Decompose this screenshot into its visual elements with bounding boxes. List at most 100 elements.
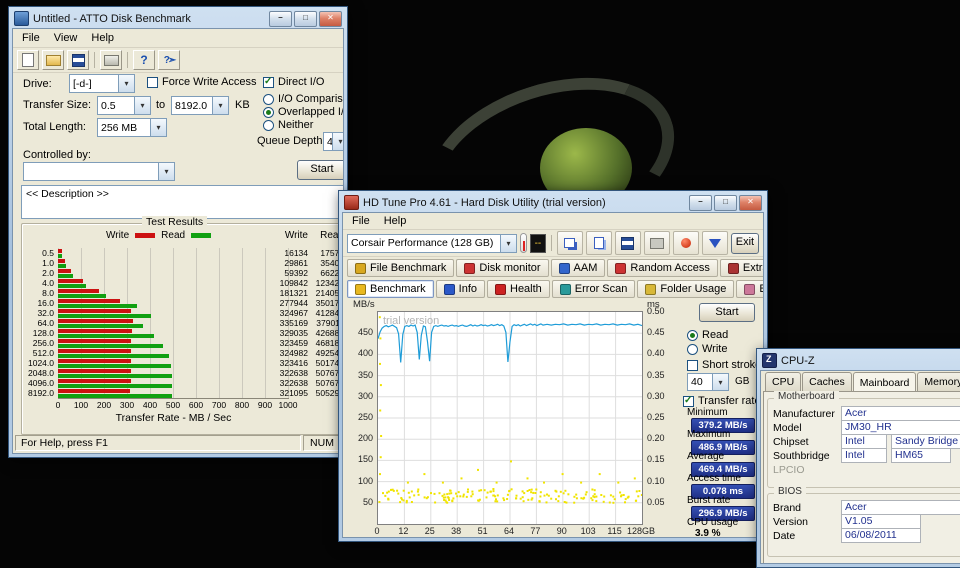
dropdown-arrow-icon bbox=[158, 163, 174, 180]
hdtune-y-left-tick: 300 bbox=[347, 391, 373, 401]
transfer-size-from-select[interactable]: 0.5 bbox=[97, 96, 151, 115]
transfer-size-label: Transfer Size: bbox=[23, 99, 91, 111]
hdtune-tab-health[interactable]: Health bbox=[487, 280, 550, 298]
overlapped-io-radio[interactable]: Overlapped I/O bbox=[263, 106, 344, 118]
hdtune-stat-average: Average469.4 MB/s bbox=[683, 451, 764, 473]
hdtune-tab-aam[interactable]: AAM bbox=[551, 259, 606, 277]
io-comparison-radio[interactable]: I/O Comparison bbox=[263, 93, 344, 105]
drive-select[interactable]: Corsair Performance (128 GB) bbox=[347, 234, 517, 253]
cpuz-window-title: CPU-Z bbox=[781, 355, 960, 367]
close-button[interactable] bbox=[739, 195, 762, 211]
total-length-select[interactable]: 256 MB bbox=[97, 118, 167, 137]
queue-depth-value: 4 bbox=[324, 136, 332, 148]
cpuz-tab-mainboard[interactable]: Mainboard bbox=[853, 372, 917, 392]
checkbox-checked-icon bbox=[263, 77, 274, 88]
hdtune-x-tick: 64 bbox=[495, 526, 523, 536]
description-box[interactable]: << Description >> bbox=[21, 185, 344, 219]
print-icon2[interactable] bbox=[644, 231, 670, 255]
exit-button[interactable]: Exit bbox=[731, 233, 759, 254]
x-axis-caption: Transfer Rate - MB / Sec bbox=[58, 412, 289, 424]
description-text: << Description >> bbox=[26, 188, 109, 200]
drive-select[interactable]: [-d-] bbox=[69, 74, 135, 93]
atto-write-value: 277944 bbox=[256, 298, 308, 308]
hdtune-y-left-tick: 450 bbox=[347, 327, 373, 337]
close-button[interactable] bbox=[319, 11, 342, 27]
neither-radio[interactable]: Neither bbox=[263, 119, 313, 131]
save-icon[interactable] bbox=[67, 50, 89, 70]
controlled-by-select[interactable] bbox=[23, 162, 175, 181]
transfer-rate-checkbox[interactable]: Transfer rate bbox=[683, 395, 761, 407]
atto-titlebar[interactable]: Untitled - ATTO Disk Benchmark bbox=[12, 9, 344, 28]
minimize-button[interactable] bbox=[689, 195, 712, 211]
hdtune-menu-file[interactable]: File bbox=[345, 213, 377, 229]
atto-write-bar bbox=[58, 369, 131, 373]
radio-selected-icon bbox=[687, 330, 698, 341]
atto-size-label: 256.0 bbox=[22, 338, 54, 348]
hdtune-tab-erase[interactable]: Erase bbox=[736, 280, 764, 298]
atto-menu-view[interactable]: View bbox=[47, 30, 85, 46]
new-icon[interactable] bbox=[17, 50, 39, 70]
short-stroke-checkbox[interactable]: Short stroke bbox=[687, 359, 761, 371]
direct-io-checkbox[interactable]: Direct I/O bbox=[263, 76, 324, 88]
hdtune-y-right-tick: 0.20 bbox=[647, 433, 675, 443]
hdtune-y-left-tick: 400 bbox=[347, 348, 373, 358]
queue-depth-select[interactable]: 4 bbox=[323, 132, 344, 151]
hdtune-tab-extra-tests[interactable]: Extra tests bbox=[720, 259, 764, 277]
dropdown-arrow-icon bbox=[134, 97, 150, 114]
force-write-access-label: Force Write Access bbox=[162, 76, 257, 88]
atto-menu-file[interactable]: File bbox=[15, 30, 47, 46]
capacity-select[interactable]: 40 bbox=[687, 373, 729, 391]
hdtune-tab-folder-usage[interactable]: Folder Usage bbox=[637, 280, 734, 298]
maximize-button[interactable] bbox=[294, 11, 317, 27]
hdtune-tab-disk-monitor[interactable]: Disk monitor bbox=[456, 259, 548, 277]
radio-icon bbox=[263, 94, 274, 105]
cpuz-tab-caches[interactable]: Caches bbox=[802, 372, 852, 392]
atto-x-tick: 1000 bbox=[275, 400, 301, 410]
y-axis-unit-label: MB/s bbox=[353, 299, 375, 310]
copy-icon[interactable] bbox=[586, 231, 612, 255]
print-icon[interactable] bbox=[100, 50, 122, 70]
cpuz-titlebar[interactable]: CPU-Z bbox=[760, 351, 960, 370]
hdtune-tab-error-scan[interactable]: Error Scan bbox=[552, 280, 636, 298]
force-write-access-checkbox[interactable]: Force Write Access bbox=[147, 76, 257, 88]
io-comparison-label: I/O Comparison bbox=[278, 93, 344, 105]
atto-menu-help[interactable]: Help bbox=[84, 30, 121, 46]
hdtune-menu-help[interactable]: Help bbox=[377, 213, 414, 229]
stat-label: CPU usage bbox=[683, 517, 764, 528]
dropdown-arrow-icon bbox=[712, 374, 728, 390]
atto-size-label: 4.0 bbox=[22, 278, 54, 288]
hdtune-x-tick: 12 bbox=[389, 526, 417, 536]
read-radio[interactable]: Read bbox=[687, 329, 728, 341]
atto-result-row: 8192.0321095505290 bbox=[22, 388, 344, 398]
minimize-button[interactable] bbox=[269, 11, 292, 27]
stat-value: 3.9 % bbox=[683, 528, 764, 538]
open-icon[interactable] bbox=[42, 50, 64, 70]
hdtune-titlebar[interactable]: HD Tune Pro 4.61 - Hard Disk Utility (tr… bbox=[342, 193, 764, 212]
hdtune-tab-benchmark[interactable]: Benchmark bbox=[347, 280, 434, 298]
cpuz-tab-cpu[interactable]: CPU bbox=[765, 372, 801, 392]
screenshot-icon[interactable] bbox=[557, 231, 583, 255]
maximize-button[interactable] bbox=[714, 195, 737, 211]
hdtune-tab-random-access[interactable]: Random Access bbox=[607, 259, 717, 277]
info-icon bbox=[444, 284, 455, 295]
file-benchmark-icon bbox=[355, 263, 366, 274]
save-image-icon[interactable] bbox=[615, 231, 641, 255]
help-icon[interactable] bbox=[158, 50, 180, 70]
hdtune-tab-info[interactable]: Info bbox=[436, 280, 485, 298]
atto-write-bar bbox=[58, 289, 99, 293]
start-button[interactable]: Start bbox=[297, 160, 344, 180]
cpuz-tab-memory[interactable]: Memory bbox=[917, 372, 960, 392]
benchmark-icon bbox=[355, 284, 366, 295]
toolbar-divider bbox=[551, 235, 552, 251]
transfer-size-to-select[interactable]: 8192.0 bbox=[171, 96, 229, 115]
download-icon[interactable] bbox=[702, 231, 728, 255]
about-icon[interactable] bbox=[133, 50, 155, 70]
write-radio[interactable]: Write bbox=[687, 343, 727, 355]
hdtune-tab-file-benchmark[interactable]: File Benchmark bbox=[347, 259, 454, 277]
start-button[interactable]: Start bbox=[699, 303, 755, 322]
atto-result-row: 256.0323459468189 bbox=[22, 338, 344, 348]
hdtune-x-tick: 38 bbox=[442, 526, 470, 536]
record-icon[interactable] bbox=[673, 231, 699, 255]
hdtune-y-right-tick: 0.40 bbox=[647, 348, 675, 358]
hdtune-tabs-row2: BenchmarkInfoHealthError ScanFolder Usag… bbox=[347, 280, 764, 298]
